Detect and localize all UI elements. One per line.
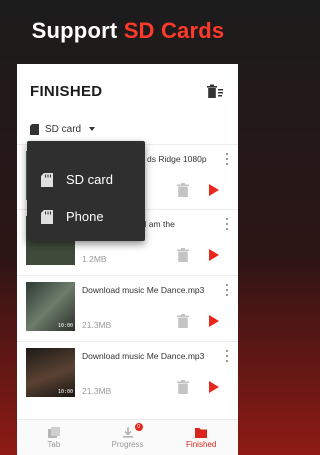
folder-icon (195, 427, 208, 438)
delete-icon[interactable] (177, 380, 189, 394)
headline-accent: SD Cards (123, 18, 225, 43)
dropdown-option-label: SD card (66, 172, 113, 187)
delete-icon[interactable] (177, 248, 189, 262)
bottom-nav: Tab 0 Progress Finished (17, 419, 238, 455)
dropdown-option-phone[interactable]: Phone (27, 198, 145, 235)
item-title: Download music Me Dance.mp3 (82, 351, 205, 361)
play-icon[interactable] (209, 381, 219, 393)
sd-card-icon (41, 209, 53, 224)
tab-label: Progress (111, 439, 144, 449)
item-size: 21.3MB (82, 320, 112, 330)
more-options-icon[interactable] (225, 153, 229, 165)
promo-headline: Support SD Cards (0, 18, 256, 44)
play-icon[interactable] (209, 249, 219, 261)
delete-icon[interactable] (177, 183, 189, 197)
item-size: 1.2MB (82, 254, 107, 264)
storage-selector-value: SD card (45, 123, 82, 135)
app-header: FINISHED (17, 64, 238, 118)
video-thumbnail: 10:00 (26, 348, 75, 397)
play-icon[interactable] (209, 315, 219, 327)
delete-icon[interactable] (177, 314, 189, 328)
video-duration: 10:00 (57, 389, 73, 395)
progress-badge: 0 (134, 423, 143, 431)
chevron-down-icon (89, 127, 96, 131)
dropdown-option-label: Phone (66, 209, 104, 224)
video-duration: 10:00 (57, 323, 73, 329)
list-item[interactable]: 10:00 Download music Me Dance.mp3 21.3MB (17, 341, 238, 407)
item-title: Download music Me Dance.mp3 (82, 285, 205, 295)
clear-all-trash-icon[interactable] (206, 82, 224, 100)
item-title: e I am the (137, 219, 175, 229)
sd-card-icon (41, 172, 53, 187)
tab-tab[interactable]: Tab (17, 420, 91, 455)
sd-card-icon (30, 123, 39, 135)
tab-finished[interactable]: Finished (164, 420, 238, 455)
page-title: FINISHED (30, 82, 103, 100)
more-options-icon[interactable] (225, 218, 229, 230)
item-size: 21.3MB (82, 386, 112, 396)
tab-icon (47, 426, 60, 438)
video-thumbnail: 10:00 (26, 282, 75, 331)
headline-prefix: Support (31, 18, 118, 43)
tab-progress[interactable]: 0 Progress (91, 420, 165, 455)
app-screen: FINISHED SD card ds Ridge 1080p e I am t… (17, 64, 238, 455)
storage-selector[interactable]: SD card (17, 118, 238, 140)
tab-label: Finished (186, 439, 217, 449)
list-item[interactable]: 10:00 Download music Me Dance.mp3 21.3MB (17, 275, 238, 341)
storage-dropdown: SD card Phone (27, 141, 145, 241)
tab-label: Tab (47, 439, 61, 449)
more-options-icon[interactable] (225, 350, 229, 362)
download-progress-icon (122, 426, 133, 438)
play-icon[interactable] (209, 184, 219, 196)
dropdown-option-sd-card[interactable]: SD card (27, 161, 145, 198)
more-options-icon[interactable] (225, 284, 229, 296)
